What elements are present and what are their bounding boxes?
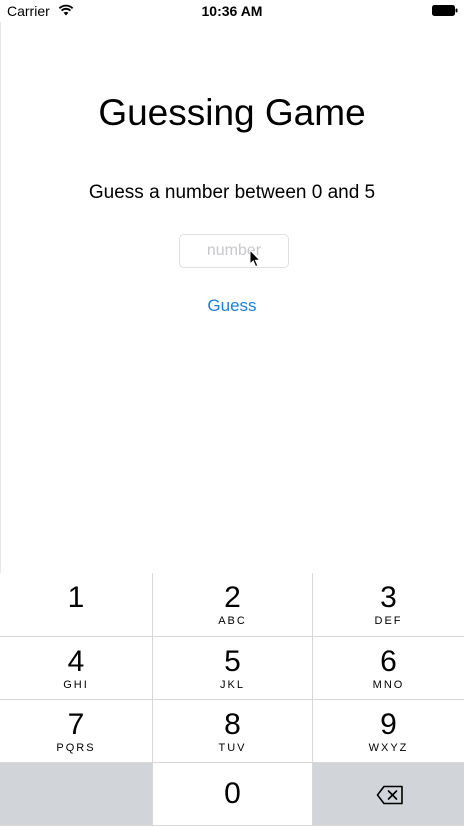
- numeric-keypad: 1 2 ABC 3 DEF 4 GHI 5 JKL 6 MNO 7 PQRS 8…: [0, 573, 464, 826]
- instruction-label: Guess a number between 0 and 5: [88, 182, 376, 203]
- key-5[interactable]: 5 JKL: [153, 637, 313, 700]
- key-digit: 8: [224, 708, 241, 741]
- backspace-icon: [376, 785, 403, 805]
- key-digit: 9: [380, 708, 397, 741]
- battery-icon: [432, 5, 458, 16]
- status-time: 10:36 AM: [201, 3, 263, 19]
- key-digit: 3: [380, 581, 397, 614]
- key-blank: [0, 763, 153, 826]
- key-6[interactable]: 6 MNO: [313, 637, 464, 700]
- key-letters: DEF: [374, 615, 403, 627]
- status-bar: Carrier 10:36 AM: [0, 0, 464, 22]
- key-1[interactable]: 1: [0, 573, 153, 637]
- mouse-cursor-icon: [249, 249, 261, 268]
- key-9[interactable]: 9 WXYZ: [313, 700, 464, 763]
- key-letters: JKL: [220, 679, 245, 691]
- key-digit: 4: [67, 645, 85, 678]
- key-digit: 5: [224, 645, 241, 678]
- key-letters: GHI: [63, 679, 89, 691]
- key-digit: 2: [224, 581, 241, 614]
- key-letters: PQRS: [56, 742, 96, 754]
- key-digit: 7: [67, 708, 85, 741]
- guess-button[interactable]: Guess: [182, 292, 282, 320]
- page-title: Guessing Game: [98, 92, 366, 133]
- key-letters: WXYZ: [368, 742, 409, 754]
- key-7[interactable]: 7 PQRS: [0, 700, 153, 763]
- key-4[interactable]: 4 GHI: [0, 637, 153, 700]
- key-0[interactable]: 0: [153, 763, 313, 826]
- key-3[interactable]: 3 DEF: [313, 573, 464, 637]
- key-letters: TUV: [218, 742, 247, 754]
- key-2[interactable]: 2 ABC: [153, 573, 313, 637]
- key-letters: MNO: [372, 679, 405, 691]
- key-digit: 0: [224, 777, 241, 810]
- number-input[interactable]: [179, 234, 289, 268]
- key-digit: 1: [67, 581, 85, 614]
- delete-key[interactable]: [313, 763, 464, 826]
- key-digit: 6: [380, 645, 397, 678]
- key-letters: ABC: [218, 615, 247, 627]
- key-8[interactable]: 8 TUV: [153, 700, 313, 763]
